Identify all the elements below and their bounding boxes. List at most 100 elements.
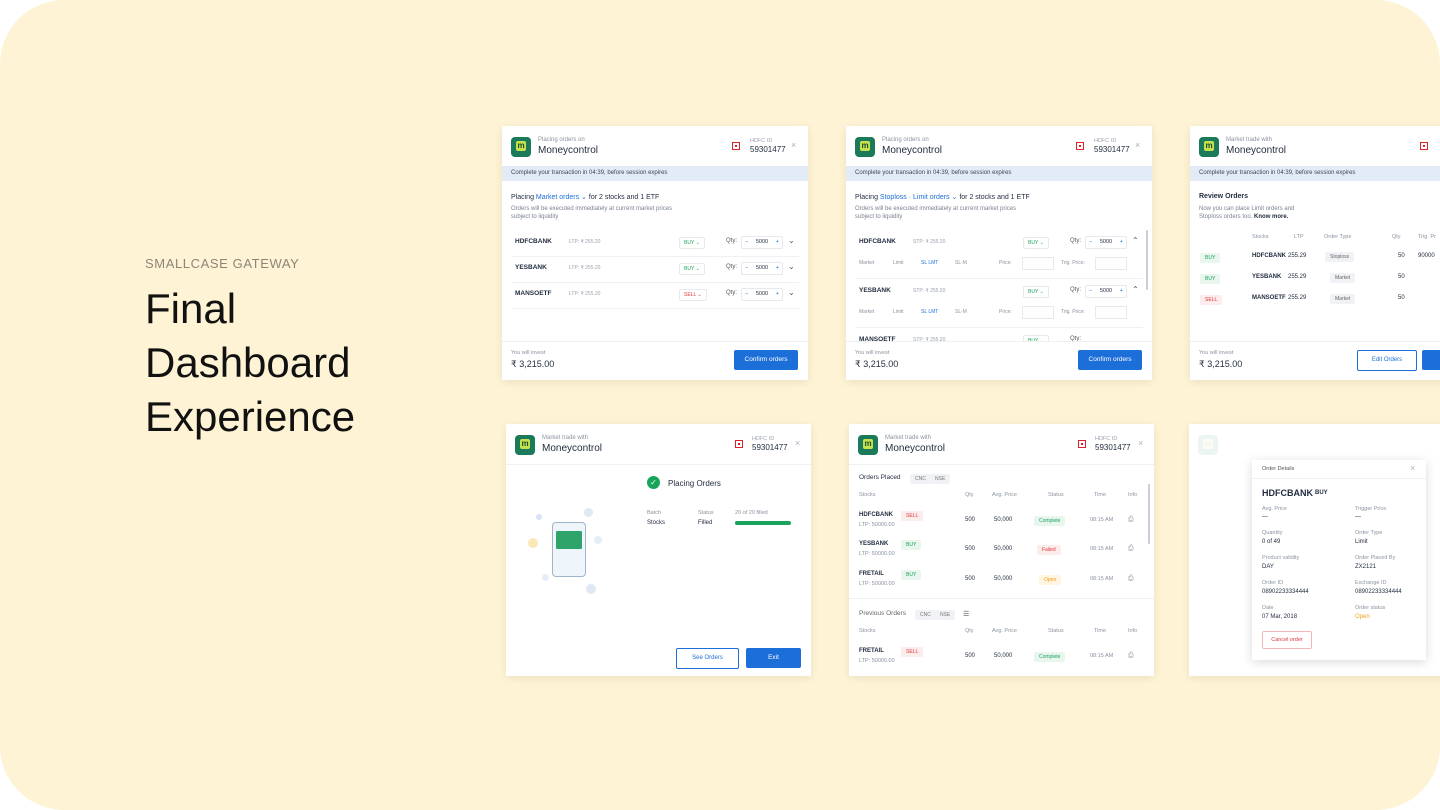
close-icon[interactable]: × <box>795 438 800 448</box>
field-label: Order Type <box>1355 530 1383 536</box>
scrollbar[interactable] <box>1146 230 1148 290</box>
side-badge: BUY <box>901 540 922 550</box>
column-header: Qty <box>965 492 974 498</box>
header-subtitle: Market trade with <box>885 435 932 441</box>
order-type-dropdown[interactable]: Stoploss · Limit orders ⌄ <box>880 194 957 201</box>
column-header: LTP <box>1294 234 1304 240</box>
price-input[interactable] <box>1022 257 1054 270</box>
batch-status: Filled <box>698 520 713 526</box>
stock-name: HDFCBANK <box>859 512 893 518</box>
place-orders-button[interactable]: P <box>1422 350 1440 370</box>
side-dropdown[interactable]: SELL ⌄ <box>679 289 707 301</box>
column-header: Status <box>1048 628 1064 634</box>
quantity-stepper[interactable]: −5000 + <box>741 288 783 301</box>
invest-amount: ₹ 3,215.00 <box>1199 359 1243 369</box>
trigger-price-input[interactable] <box>1095 257 1127 270</box>
cancel-order-button[interactable]: Cancel order <box>1262 631 1312 649</box>
know-more-link[interactable]: Know more. <box>1254 214 1288 220</box>
side-dropdown[interactable]: BUY ⌄ <box>1023 286 1049 298</box>
status-badge: Failed <box>1037 545 1061 555</box>
side-badge: BUY <box>901 570 922 580</box>
trigger-price-input[interactable] <box>1095 306 1127 319</box>
chevron-down-icon[interactable]: ⌄ <box>788 262 795 271</box>
side-badge: BUY <box>1200 274 1221 284</box>
radio-market[interactable]: Market <box>859 260 874 266</box>
quantity-stepper[interactable]: −5000 + <box>741 236 783 249</box>
stock-name: YESBANK <box>1252 274 1282 280</box>
close-icon[interactable]: × <box>791 140 796 150</box>
placing-note: Orders will be executed immediately at c… <box>511 206 673 220</box>
qty-value: 50 <box>1398 295 1405 301</box>
order-type-dropdown[interactable]: Market orders ⌄ <box>536 194 587 201</box>
radio-sl-lmt[interactable]: SL LMT <box>921 309 938 315</box>
quantity-stepper[interactable]: −5000 + <box>1085 285 1127 298</box>
card-footer: You will invest ₹ 3,215.00 Confirm order… <box>846 341 1152 380</box>
side-dropdown[interactable]: BUY ⌄ <box>679 237 705 249</box>
product-badge: CNC <box>910 474 931 484</box>
radio-sl-m[interactable]: SL-M <box>955 260 967 266</box>
info-icon[interactable]: ⎙ <box>1128 516 1134 524</box>
review-note: Now you can place Limit orders and Stopl… <box>1199 206 1295 220</box>
batch-label: Stocks <box>647 520 666 526</box>
placing-note: Orders will be executed immediately at c… <box>855 206 1017 220</box>
product-badge: CNC <box>915 610 936 620</box>
header-title: Moneycontrol <box>885 443 946 454</box>
chevron-down-icon[interactable]: ⌄ <box>788 288 795 297</box>
card-header: m Market trade with Moneycontrol <box>1190 126 1440 167</box>
radio-limit[interactable]: Limit <box>893 260 904 266</box>
radio-sl-lmt[interactable]: SL LMT <box>921 260 938 266</box>
info-icon[interactable]: ⎙ <box>1128 545 1134 553</box>
scrollbar[interactable] <box>1148 484 1150 544</box>
chevron-up-icon[interactable]: ⌃ <box>1132 285 1139 294</box>
field-label: Order Placed By <box>1355 555 1396 561</box>
side-dropdown[interactable]: BUY ⌄ <box>679 263 705 275</box>
stock-ltp: STP: ₹ 255.20 <box>913 239 946 245</box>
exit-button[interactable]: Exit <box>746 648 801 668</box>
qty-value: 50 <box>1398 253 1405 259</box>
close-icon[interactable]: × <box>1135 140 1140 150</box>
chevron-up-icon[interactable]: ⌃ <box>1132 236 1139 245</box>
info-icon[interactable]: ⎙ <box>1128 652 1134 660</box>
field-value: — <box>1262 514 1268 520</box>
avg-price: 50,000 <box>994 576 1013 582</box>
orders-placed-card: m Market trade with Moneycontrol HDFC ID… <box>849 424 1154 676</box>
column-header: Stocks <box>859 628 876 634</box>
decor-dot <box>528 538 538 548</box>
quantity-stepper[interactable]: −5000 + <box>1085 236 1127 249</box>
stock-name: HDFCBANK <box>515 238 552 245</box>
time-value: 08:15 AM <box>1090 653 1114 659</box>
chevron-down-icon[interactable]: ⌄ <box>788 236 795 245</box>
stock-name: HDFCBANK <box>1252 253 1286 259</box>
radio-limit[interactable]: Limit <box>893 309 904 315</box>
column-header: Status <box>1048 492 1064 498</box>
side-dropdown[interactable]: BUY ⌄ <box>1023 237 1049 249</box>
broker-id-label: HDFC ID <box>1094 138 1117 144</box>
qty-label: Qty: <box>1070 238 1082 244</box>
close-icon[interactable]: × <box>1410 463 1415 473</box>
filter-icon[interactable]: ☰ <box>963 610 969 618</box>
confirm-orders-button[interactable]: Confirm orders <box>734 350 798 370</box>
edit-orders-button[interactable]: Edit Orders <box>1357 350 1417 371</box>
quantity-stepper[interactable]: −5000 + <box>741 262 783 275</box>
info-icon[interactable]: ⎙ <box>1128 575 1134 583</box>
column-header: Status <box>698 510 714 516</box>
column-header: Stocks <box>1252 234 1269 240</box>
confirm-orders-button[interactable]: Confirm orders <box>1078 350 1142 370</box>
price-input[interactable] <box>1022 306 1054 319</box>
moneycontrol-logo: m <box>858 435 878 455</box>
column-header: Avg. Price <box>992 492 1017 498</box>
card-footer: You will invest ₹ 3,215.00 Edit Orders P <box>1190 341 1440 380</box>
stock-name: HDFCBANK <box>1262 488 1313 498</box>
column-header: Time <box>1094 628 1107 634</box>
time-value: 08:15 AM <box>1090 576 1114 582</box>
column-header: Batch <box>647 510 662 516</box>
radio-sl-m[interactable]: SL-M <box>955 309 967 315</box>
close-icon[interactable]: × <box>1138 438 1143 448</box>
field-value: 08902233334444 <box>1355 589 1402 595</box>
radio-market[interactable]: Market <box>859 309 874 315</box>
title-line: Dashboard <box>145 339 351 386</box>
invest-amount: ₹ 3,215.00 <box>511 359 555 369</box>
price-label: Price: <box>999 260 1012 266</box>
field-value: 0 of 49 <box>1262 539 1281 545</box>
see-orders-button[interactable]: See Orders <box>676 648 739 669</box>
